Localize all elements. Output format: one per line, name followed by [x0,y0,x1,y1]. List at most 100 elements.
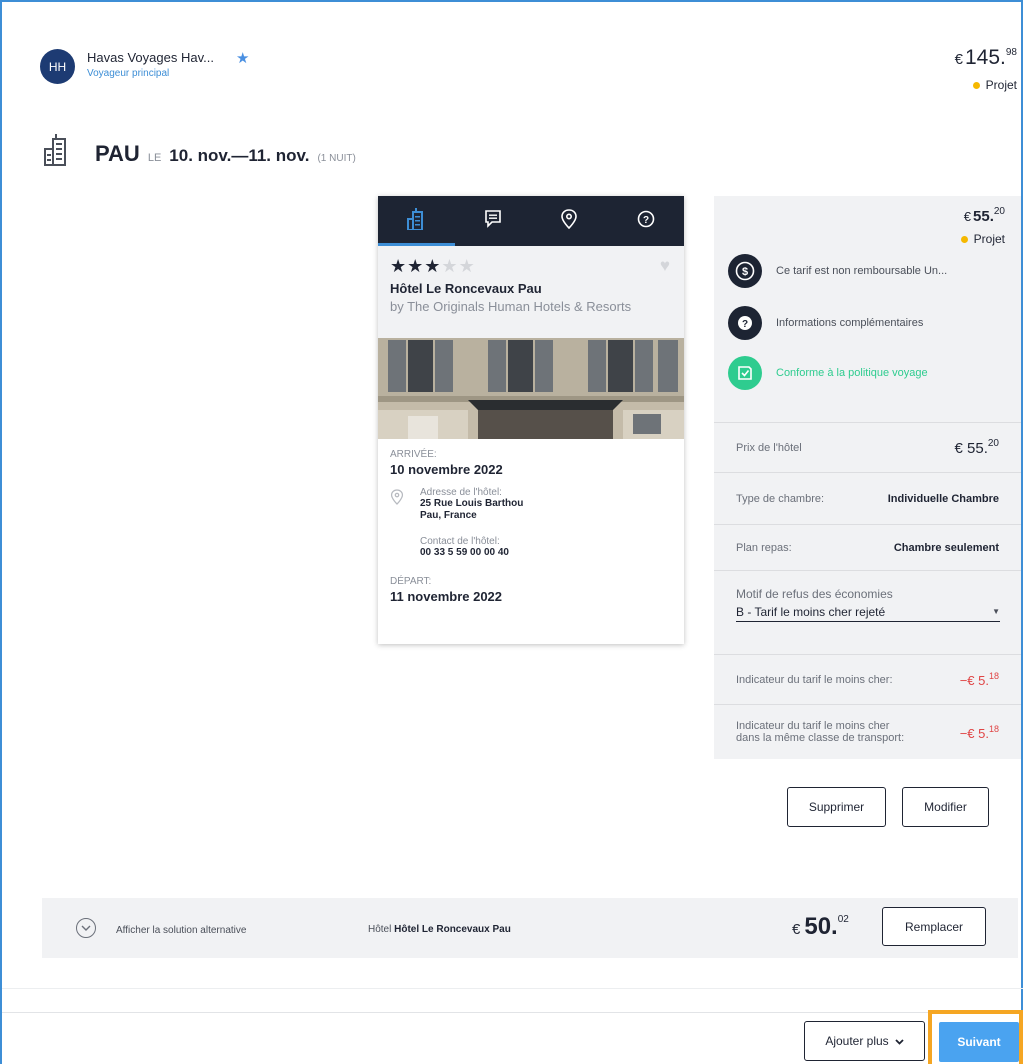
more-info-row[interactable]: ? Informations complémentaires [728,306,923,340]
cheapest-value: −€ 5.18 [960,671,999,688]
next-button[interactable]: Suivant [939,1022,1019,1062]
alternative-amount: 50. [804,913,838,940]
refund-policy-row[interactable]: $ Ce tarif est non remboursable Un... [728,254,947,288]
divider [2,988,1023,989]
alternative-currency: € [792,921,801,938]
cheapest-class-cents: 18 [988,723,999,734]
cheapest-class-value: −€ 5.18 [960,724,999,741]
chevron-down-icon [895,1034,904,1048]
alternative-hotel-prefix: Hôtel [368,924,392,935]
meal-plan-row: Plan repas: Chambre seulement [714,524,1021,570]
hotel-card-body: ARRIVÉE: 10 novembre 2022 Adresse de l'h… [378,439,684,614]
tab-location[interactable] [531,196,608,246]
cheapest-amount: −€ 5. [959,673,989,688]
comment-icon [483,209,503,234]
trip-le: LE [147,152,162,164]
total-status: Projet [972,78,1017,92]
hotel-price-currency: € [954,440,963,457]
motif-select[interactable]: B - Tarif le moins cher rejeté ▼ [736,602,1000,622]
hotel-card-header: ★★★★★ ♥ Hôtel Le Roncevaux Pau by The Or… [378,246,684,338]
tab-hotel[interactable] [378,196,455,246]
traveler-role: Voyageur principal [87,68,170,79]
tab-comments[interactable] [455,196,532,246]
contact-phone[interactable]: 00 33 5 59 00 00 40 [420,547,523,559]
alternative-price: €50.02 [792,913,849,941]
policy-text: Conforme à la politique voyage [776,367,928,379]
alternative-solution-bar: Afficher la solution alternative Hôtel H… [42,898,1018,958]
status-dot-icon [960,235,968,243]
star-icon: ★ [407,256,425,276]
status-dot-icon [972,81,980,89]
avatar[interactable]: HH [40,49,75,84]
total-amount: 145. [965,46,1006,69]
address-line1: 25 Rue Louis Barthou [420,498,524,509]
hotel-price-amount: 55. [967,440,988,457]
cheapest-class-label: Indicateur du tarif le moins cher dans l… [736,720,905,744]
policy-check-icon [728,356,762,390]
meal-plan-value: Chambre seulement [893,541,999,554]
booking-details-panel: €55.20 Projet $ Ce tarif est non rembour… [714,196,1021,759]
svg-text:?: ? [643,215,649,226]
trip-header: PAU LE 10. nov.—11. nov. (1 NUIT) [95,141,356,167]
traveler-name[interactable]: Havas Voyages Hav... [87,50,214,65]
motif-value: B - Tarif le moins cher rejeté [736,604,886,619]
trip-nights: (1 NUIT) [317,153,356,164]
panel-status-label: Projet [973,232,1005,246]
arrival-date: 10 novembre 2022 [390,462,503,477]
show-alternative-toggle[interactable]: Afficher la solution alternative [116,925,246,936]
panel-currency: € [963,209,972,224]
panel-amount: 55. [973,208,994,225]
info-text: Informations complémentaires [776,317,924,329]
question-icon: ? [728,306,762,340]
total-currency: € [954,51,963,68]
tab-help[interactable]: ? [608,196,685,246]
hotel-chain: by The Originals Human Hotels & Resorts [390,299,632,314]
hotel-building-icon [43,132,71,171]
favorite-heart-icon[interactable]: ♥ [660,256,670,276]
star-icon: ★ [390,256,408,276]
star-icon: ★ [236,50,250,67]
cheapest-class-amount: −€ 5. [959,725,989,741]
departure-label: DÉPART: [390,576,432,587]
chevron-down-icon: ▼ [992,607,1000,616]
hotel-address: Adresse de l'hôtel: 25 Rue Louis Barthou… [390,487,672,559]
panel-cents: 20 [993,206,1005,217]
add-more-button[interactable]: Ajouter plus [804,1021,925,1061]
chevron-down-icon[interactable] [76,918,96,938]
address-label: Adresse de l'hôtel: [420,487,502,498]
hotel-icon [407,207,425,235]
refund-text: Ce tarif est non remboursable Un... [776,265,948,277]
star-rating: ★★★★★ [390,256,672,277]
hotel-card: ? ★★★★★ ♥ Hôtel Le Roncevaux Pau by The … [378,196,684,644]
modify-button[interactable]: Modifier [902,787,989,827]
cheapest-row: Indicateur du tarif le moins cher: −€ 5.… [714,654,1021,704]
arrival-label: ARRIVÉE: [390,449,437,460]
cheapest-cents: 18 [988,671,999,681]
hotel-price-row: Prix de l'hôtel € 55.20 [714,422,1021,472]
alternative-hotel-name: Hôtel Le Roncevaux Pau [394,924,511,935]
room-type-value: Individuelle Chambre [887,492,999,505]
alternative-hotel: Hôtel Hôtel Le Roncevaux Pau [368,924,511,935]
replace-button[interactable]: Remplacer [882,907,986,946]
alternative-cents: 02 [837,914,849,925]
dollar-refund-icon: $ [728,254,762,288]
room-type-label: Type de chambre: [736,492,825,505]
departure-date: 11 novembre 2022 [390,589,503,604]
svg-text:$: $ [742,266,748,278]
star-icon: ★ [424,256,442,276]
location-pin-icon [390,487,420,559]
divider [2,1012,1023,1013]
hotel-name: Hôtel Le Roncevaux Pau [390,281,542,296]
hotel-price-label: Prix de l'hôtel [736,441,802,454]
avatar-initials: HH [48,59,67,74]
star-empty-icon: ★ [441,256,459,276]
total-status-label: Projet [985,78,1017,92]
panel-status: Projet [960,232,1005,246]
hotel-price-cents: 20 [987,438,999,449]
add-more-label: Ajouter plus [825,1034,889,1048]
delete-button[interactable]: Supprimer [787,787,886,827]
address-line2: Pau, France [420,510,477,521]
contact-label: Contact de l'hôtel: [420,536,500,547]
location-icon [560,208,578,234]
total-price: €145.98 [955,46,1017,70]
